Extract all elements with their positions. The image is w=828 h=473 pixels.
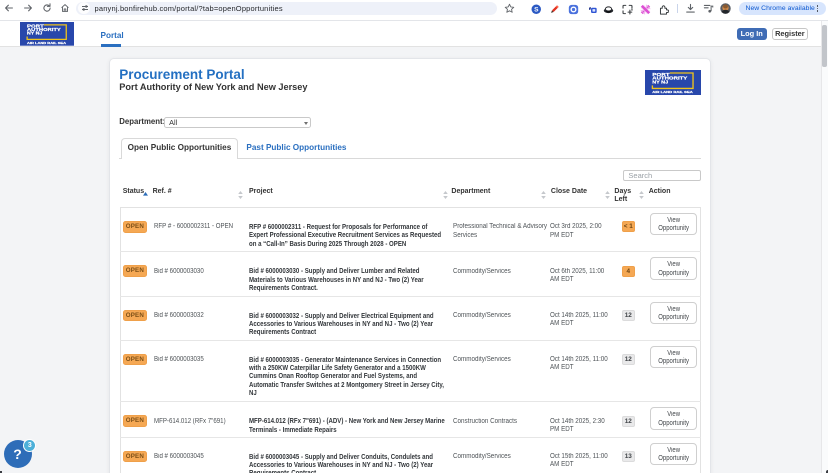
- svg-text:NY NJ: NY NJ: [27, 31, 43, 36]
- svg-text:AIR LAND RAIL SEA: AIR LAND RAIL SEA: [652, 90, 692, 94]
- svg-text:NY NJ: NY NJ: [652, 79, 669, 84]
- svg-text:S: S: [534, 6, 539, 13]
